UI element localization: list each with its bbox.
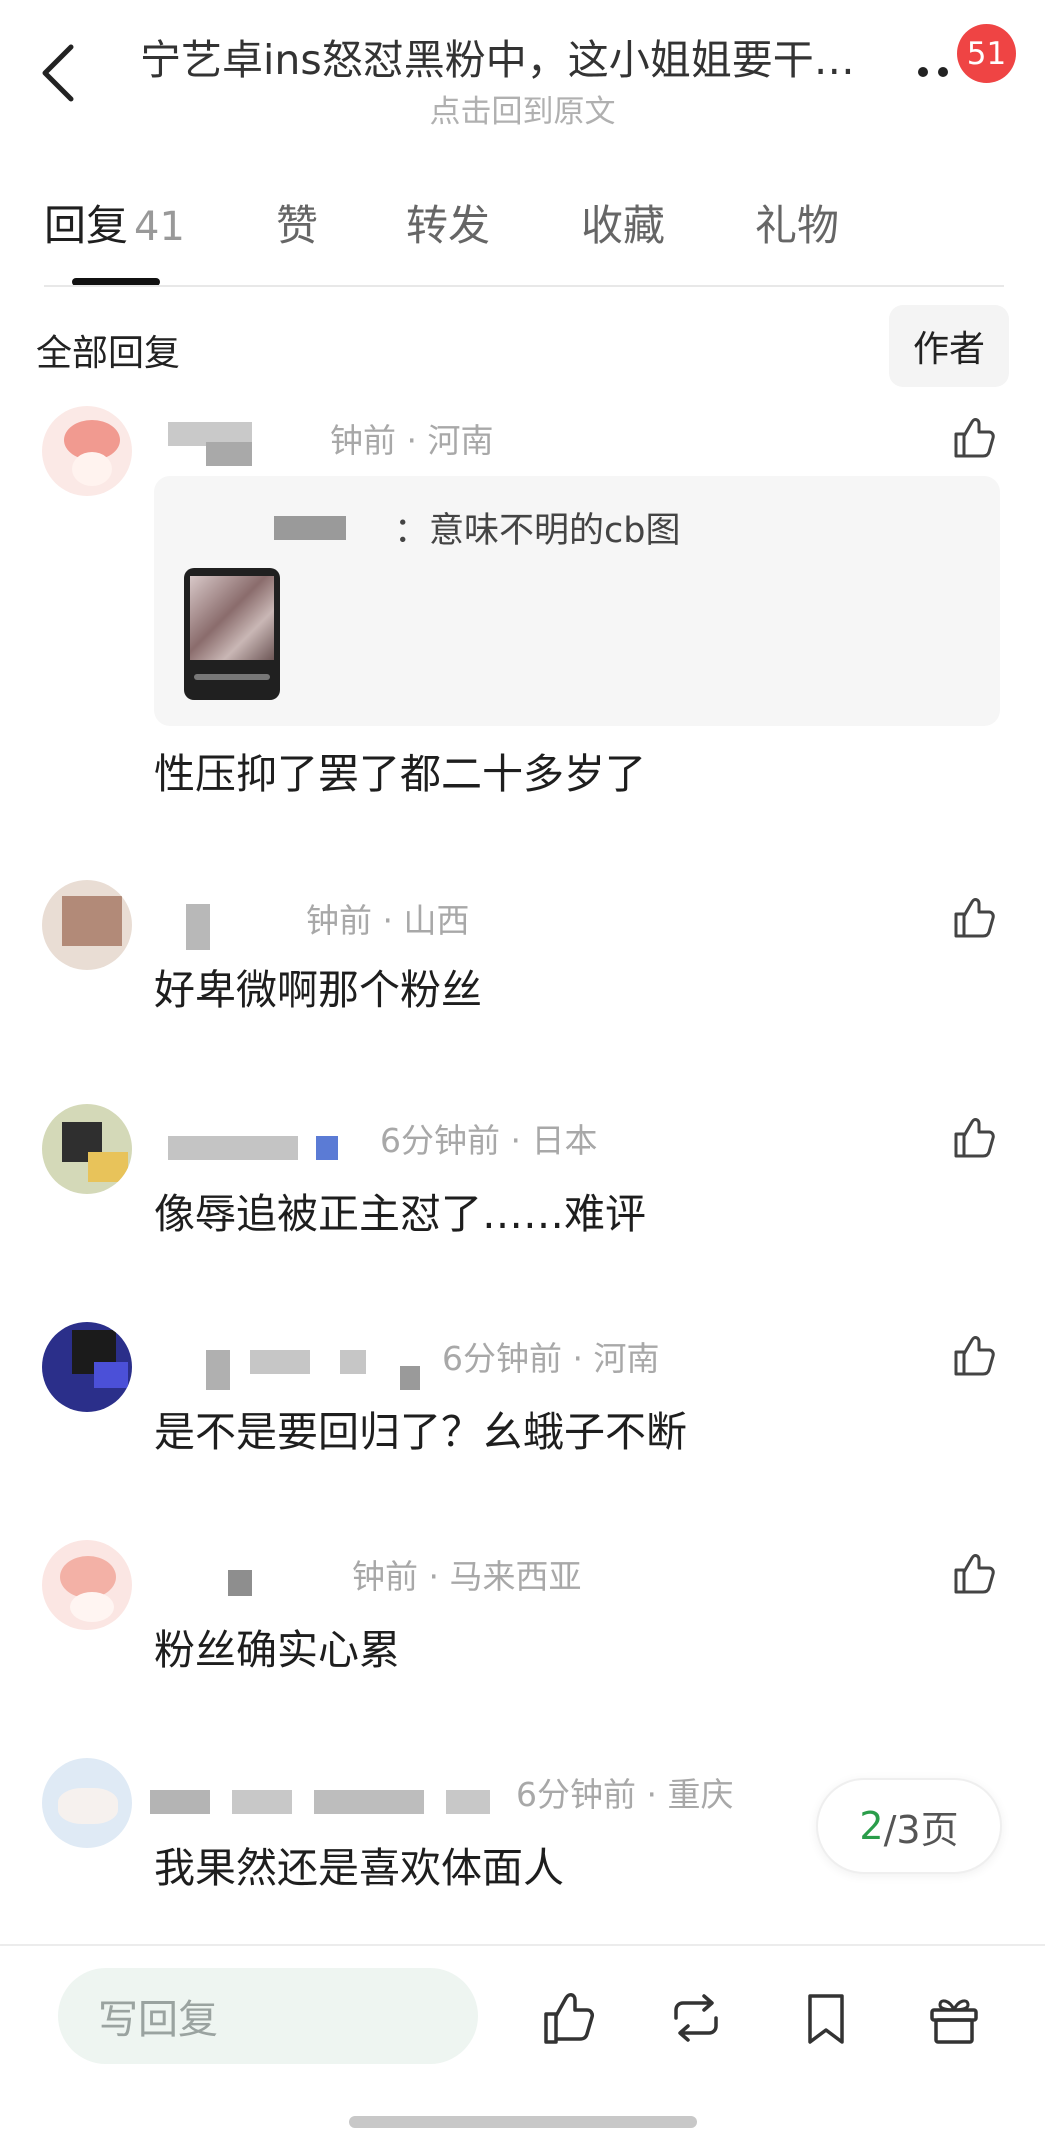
like-icon[interactable] xyxy=(948,892,998,942)
tab-replies[interactable]: 回复 41 xyxy=(44,192,185,253)
comment-text: 粉丝确实心累 xyxy=(154,1626,400,1674)
like-icon[interactable] xyxy=(538,1988,598,2048)
avatar[interactable] xyxy=(42,1104,132,1194)
repost-icon[interactable] xyxy=(666,1988,726,2048)
tab-label: 回复 xyxy=(44,201,129,250)
tab-likes[interactable]: 赞 xyxy=(276,192,318,253)
username-blurred[interactable] xyxy=(206,1350,230,1390)
username-blurred xyxy=(446,1790,490,1814)
user-badge-blurred xyxy=(316,1136,338,1160)
total-pages: /3页 xyxy=(883,1807,959,1852)
notification-badge[interactable]: 51 xyxy=(957,24,1016,83)
comment-text: 我果然还是喜欢体面人 xyxy=(154,1844,564,1892)
like-icon[interactable] xyxy=(948,412,998,462)
username-blurred xyxy=(206,442,252,466)
author-filter-button[interactable]: 作者 xyxy=(889,305,1009,387)
page-indicator[interactable]: 2/3页 xyxy=(816,1778,1002,1874)
avatar[interactable] xyxy=(42,1540,132,1630)
tab-reposts[interactable]: 转发 xyxy=(406,192,490,253)
quoted-image-thumbnail[interactable] xyxy=(184,568,280,700)
avatar[interactable] xyxy=(42,1758,132,1848)
gift-icon[interactable] xyxy=(924,1988,984,2048)
current-page: 2 xyxy=(859,1804,884,1848)
top-bar: 宁艺卓ins怒怼黑粉中，这小姐姐要干… 点击回到原文 51 xyxy=(0,0,1045,140)
comment-text: 好卑微啊那个粉丝 xyxy=(154,966,482,1014)
bookmark-icon[interactable] xyxy=(796,1988,856,2048)
divider xyxy=(44,285,1004,287)
avatar[interactable] xyxy=(42,1322,132,1412)
tab-bar: 回复 41 赞 转发 收藏 礼物 xyxy=(44,192,1004,282)
comment-text: 性压抑了罢了都二十多岁了 xyxy=(154,750,646,798)
back-to-original-link[interactable]: 点击回到原文 xyxy=(0,86,1045,131)
quoted-comment[interactable]: ：意味不明的cb图 xyxy=(154,476,1000,726)
username-blurred[interactable] xyxy=(186,904,210,950)
quoted-username-blurred xyxy=(274,516,346,540)
comment-text: 是不是要回归了？幺蛾子不断 xyxy=(154,1408,687,1456)
username-blurred xyxy=(314,1790,424,1814)
dot-icon xyxy=(938,67,948,77)
username-blurred[interactable] xyxy=(228,1570,252,1596)
post-title[interactable]: 宁艺卓ins怒怼黑粉中，这小姐姐要干… xyxy=(140,26,892,86)
section-title: 全部回复 xyxy=(36,333,181,374)
comment-text: 像辱追被正主怼了……难评 xyxy=(154,1190,646,1238)
like-icon[interactable] xyxy=(948,1330,998,1380)
divider xyxy=(0,1944,1045,1946)
tab-gifts[interactable]: 礼物 xyxy=(755,192,839,253)
comment-meta: 钟前 · 河南 xyxy=(330,421,494,460)
tab-favorites[interactable]: 收藏 xyxy=(581,192,665,253)
username-blurred[interactable] xyxy=(168,1136,298,1160)
comment-meta: 钟前 · 山西 xyxy=(306,901,470,940)
comment-meta: 6分钟前 · 重庆 xyxy=(516,1775,734,1814)
like-icon[interactable] xyxy=(948,1548,998,1598)
reply-count: 41 xyxy=(134,204,185,250)
dot-icon xyxy=(918,67,928,77)
username-blurred[interactable] xyxy=(150,1790,210,1814)
username-blurred xyxy=(340,1350,366,1374)
comment-meta: 6分钟前 · 日本 xyxy=(380,1121,598,1160)
avatar[interactable] xyxy=(42,880,132,970)
username-blurred xyxy=(400,1366,420,1390)
username-blurred xyxy=(232,1790,292,1814)
reply-input[interactable]: 写回复 xyxy=(58,1968,478,2064)
comment-meta: 6分钟前 · 河南 xyxy=(442,1339,660,1378)
home-indicator[interactable] xyxy=(349,2116,697,2128)
username-blurred xyxy=(250,1350,310,1374)
comment-meta: 钟前 · 马来西亚 xyxy=(352,1557,582,1596)
like-icon[interactable] xyxy=(948,1112,998,1162)
quoted-text: ：意味不明的cb图 xyxy=(394,511,681,551)
avatar[interactable] xyxy=(42,406,132,496)
